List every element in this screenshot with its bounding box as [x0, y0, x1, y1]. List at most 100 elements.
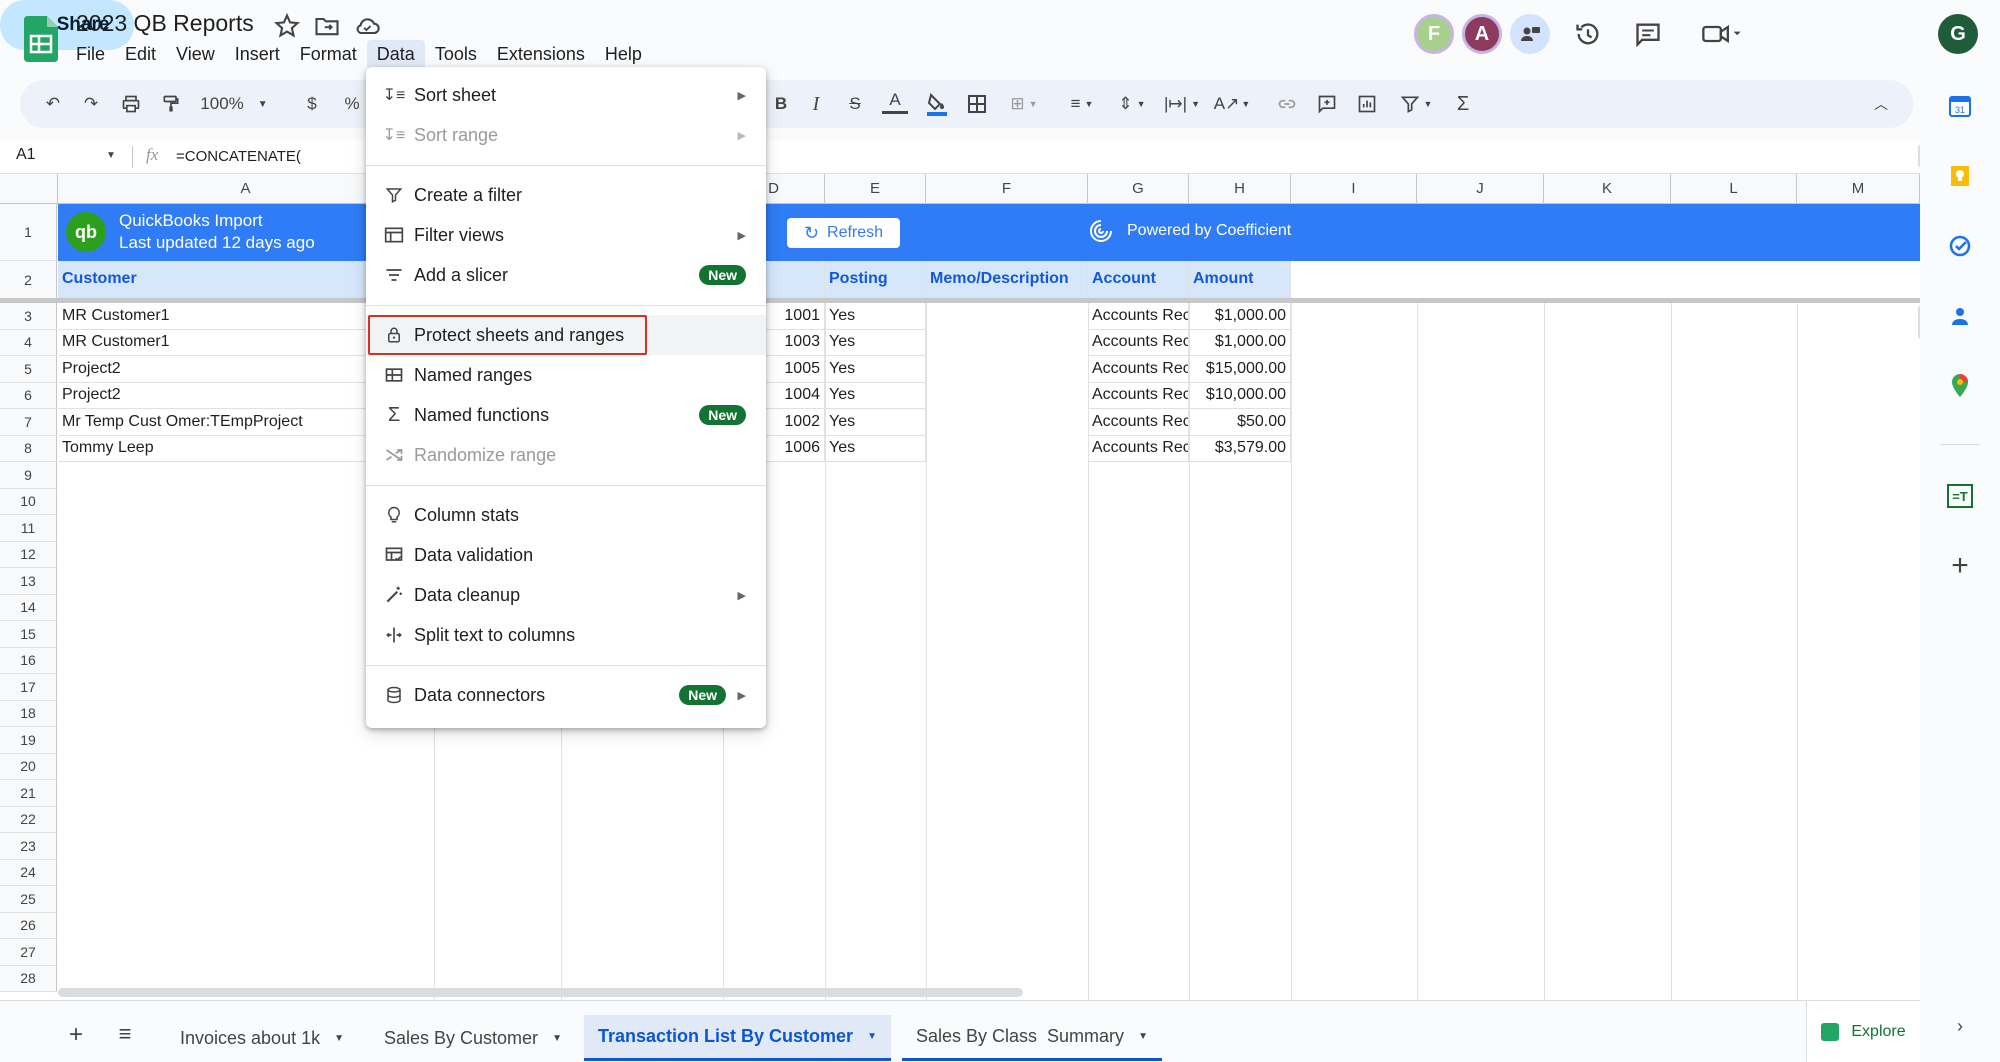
sheet-tab-sales-by-class[interactable]: Sales By Class Summary ▼ [902, 1015, 1162, 1061]
column-header-e[interactable]: E [825, 174, 926, 204]
row-header[interactable]: 1 [0, 204, 57, 261]
cell-posting[interactable]: Yes [825, 356, 926, 383]
cell-amount[interactable]: $15,000.00 [1189, 356, 1291, 383]
row-header[interactable]: 2 [0, 261, 57, 300]
print-icon[interactable] [116, 88, 146, 120]
menu-file[interactable]: File [66, 40, 115, 70]
row-header[interactable]: 27 [0, 939, 57, 966]
menu-item-column-stats[interactable]: Column stats [366, 495, 766, 535]
row-header[interactable]: 11 [0, 515, 57, 542]
row-header[interactable]: 24 [0, 859, 57, 886]
column-header-g[interactable]: G [1088, 174, 1189, 204]
refresh-button[interactable]: ↻ Refresh [787, 218, 900, 248]
strikethrough-icon[interactable]: S [842, 88, 868, 120]
row-header[interactable]: 12 [0, 541, 57, 568]
menu-item-protect-sheets[interactable]: Protect sheets and ranges [366, 315, 766, 355]
insert-comment-icon[interactable] [1312, 88, 1342, 120]
menu-item-data-connectors[interactable]: Data connectors New ▶ [366, 675, 766, 715]
add-sheet-icon[interactable]: + [64, 1021, 88, 1049]
menu-item-create-filter[interactable]: Create a filter [366, 175, 766, 215]
cell-posting[interactable]: Yes [825, 435, 926, 462]
menu-extensions[interactable]: Extensions [487, 40, 595, 70]
paint-format-icon[interactable] [156, 88, 186, 120]
keep-icon[interactable] [1944, 160, 1976, 192]
column-header-k[interactable]: K [1544, 174, 1671, 204]
expand-panel-icon[interactable]: › [1944, 1010, 1976, 1042]
row-header[interactable]: 15 [0, 621, 57, 648]
add-addon-icon[interactable]: + [1944, 549, 1976, 582]
redo-icon[interactable]: ↷ [76, 88, 106, 120]
row-header[interactable]: 10 [0, 488, 57, 515]
tasks-icon[interactable] [1944, 230, 1976, 262]
column-header-f[interactable]: F [926, 174, 1088, 204]
cell-amount[interactable]: $1,000.00 [1189, 329, 1291, 356]
all-sheets-menu-icon[interactable]: ≡ [112, 1021, 138, 1047]
horizontal-scrollbar[interactable] [58, 988, 1023, 997]
fill-color-icon[interactable] [922, 88, 952, 120]
header-cell-memo[interactable]: Memo/Description [926, 261, 1088, 298]
cell-amount[interactable]: $10,000.00 [1189, 382, 1291, 409]
row-header[interactable]: 5 [0, 356, 57, 383]
cell-posting[interactable]: Yes [825, 382, 926, 409]
header-cell-posting[interactable]: Posting [825, 261, 926, 298]
chevron-down-icon[interactable]: ▼ [106, 150, 116, 161]
maps-icon[interactable] [1944, 370, 1976, 402]
menu-format[interactable]: Format [290, 40, 367, 70]
document-title[interactable]: 2023 QB Reports [76, 10, 254, 37]
cell-amount[interactable]: $50.00 [1189, 409, 1291, 436]
collapse-toolbar-icon[interactable]: ︿ [1866, 88, 1896, 120]
row-header[interactable]: 6 [0, 382, 57, 409]
text-wrapping-icon[interactable]: |↦| ▼ [1162, 88, 1202, 120]
cell-posting[interactable]: Yes [825, 329, 926, 356]
menu-insert[interactable]: Insert [225, 40, 290, 70]
menu-help[interactable]: Help [595, 40, 652, 70]
sheet-tab-transaction-list[interactable]: Transaction List By Customer ▼ [584, 1015, 891, 1061]
row-header[interactable]: 25 [0, 886, 57, 913]
chevron-down-icon[interactable]: ▼ [334, 1033, 344, 1044]
bold-icon[interactable]: B [768, 88, 794, 120]
formula-input[interactable]: =CONCATENATE( [176, 148, 301, 165]
menu-item-data-cleanup[interactable]: Data cleanup ▶ [366, 575, 766, 615]
contacts-icon[interactable] [1944, 300, 1976, 332]
menu-edit[interactable]: Edit [115, 40, 166, 70]
star-icon[interactable] [273, 12, 301, 40]
menu-item-data-validation[interactable]: Data validation [366, 535, 766, 575]
menu-item-filter-views[interactable]: Filter views ▶ [366, 215, 766, 255]
cell-amount[interactable]: $3,579.00 [1189, 435, 1291, 462]
cloud-saved-icon[interactable] [353, 12, 381, 40]
vertical-align-icon[interactable]: ⇕ ▼ [1112, 88, 1152, 120]
merge-cells-icon[interactable]: ⊞ ▼ [1002, 88, 1046, 120]
chevron-down-icon[interactable]: ▼ [1138, 1031, 1148, 1042]
cell-posting[interactable]: Yes [825, 409, 926, 436]
version-history-icon[interactable] [1574, 20, 1602, 48]
menu-item-randomize-range[interactable]: Randomize range [366, 435, 766, 475]
cell-account[interactable]: Accounts Rec [1088, 435, 1189, 462]
percent-format-button[interactable]: % [338, 88, 366, 120]
row-header[interactable]: 18 [0, 700, 57, 727]
menu-tools[interactable]: Tools [425, 40, 487, 70]
cell-reference-box[interactable]: A1 [16, 146, 36, 164]
cell-account[interactable]: Accounts Rec [1088, 382, 1189, 409]
italic-icon[interactable]: I [803, 88, 829, 120]
account-avatar[interactable]: G [1938, 14, 1978, 54]
menu-item-named-ranges[interactable]: Named ranges [366, 355, 766, 395]
menu-item-add-slicer[interactable]: Add a slicer New [366, 255, 766, 295]
cell-account[interactable]: Accounts Rec [1088, 409, 1189, 436]
row-header[interactable]: 16 [0, 647, 57, 674]
horizontal-align-icon[interactable]: ≡ ▼ [1062, 88, 1102, 120]
menu-item-named-functions[interactable]: Σ Named functions New [366, 395, 766, 435]
calendar-icon[interactable]: 31 [1944, 90, 1976, 122]
collaborators-icon[interactable] [1510, 14, 1550, 54]
functions-sigma-icon[interactable]: Σ [1448, 88, 1478, 120]
avatar-a[interactable]: A [1462, 14, 1502, 54]
cell-posting[interactable]: Yes [825, 303, 926, 330]
sheets-logo-icon[interactable] [24, 16, 58, 62]
chevron-down-icon[interactable]: ▼ [552, 1033, 562, 1044]
menu-view[interactable]: View [166, 40, 225, 70]
text-color-icon[interactable]: A [882, 88, 908, 114]
row-header[interactable]: 19 [0, 727, 57, 754]
row-header[interactable]: 20 [0, 753, 57, 780]
row-header[interactable]: 26 [0, 912, 57, 939]
borders-icon[interactable] [962, 88, 992, 120]
explore-button[interactable]: Explore [1806, 1001, 1920, 1062]
